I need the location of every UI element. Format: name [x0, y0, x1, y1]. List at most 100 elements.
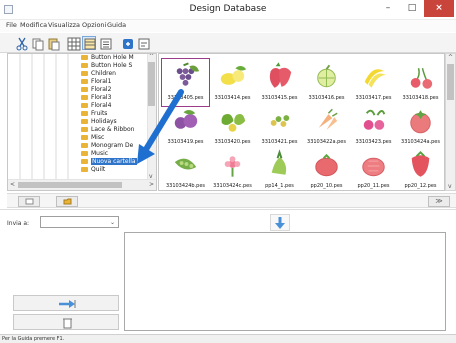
- properties-icon[interactable]: [136, 36, 150, 50]
- folder-icon: [81, 158, 88, 164]
- design-filename: 33103424c.pes: [213, 183, 252, 189]
- scroll-right-arrow[interactable]: >: [149, 181, 154, 188]
- delete-button[interactable]: [13, 314, 119, 330]
- details-view-icon[interactable]: [98, 36, 112, 50]
- tree-item-label: Holidays: [91, 118, 117, 125]
- scroll-left-arrow[interactable]: <: [10, 181, 15, 188]
- design-thumbnail[interactable]: pp14_1.pes: [256, 147, 303, 190]
- design-thumbnail[interactable]: 33103405.pes: [161, 58, 210, 107]
- download-button[interactable]: [270, 214, 290, 231]
- small-icons-view-icon[interactable]: [82, 36, 96, 50]
- copy-icon[interactable]: [30, 36, 44, 51]
- folder-icon: [81, 166, 88, 172]
- folder-icon: [81, 86, 88, 92]
- tree-item-label: Floral3: [91, 94, 112, 101]
- tree-item-label: Children: [91, 70, 116, 77]
- design-thumbnail[interactable]: 33103420.pes: [209, 103, 256, 150]
- folder-icon: [81, 62, 88, 68]
- menu-guida[interactable]: Guida: [107, 21, 126, 29]
- tree-horizontal-thumb[interactable]: [18, 182, 122, 188]
- scroll-up-arrow[interactable]: ^: [149, 54, 154, 60]
- send-to-card-icon[interactable]: [120, 36, 134, 50]
- folder-tree[interactable]: Button Hole M Button Hole S Children Flo…: [7, 53, 157, 191]
- design-thumbnail[interactable]: 33103422a.pes: [303, 103, 350, 150]
- tree-item-4[interactable]: Floral2: [81, 86, 111, 94]
- radishes-icon: [363, 109, 386, 130]
- import-button[interactable]: [13, 295, 119, 311]
- design-thumbnail-grid[interactable]: 33103405.pes 33103414.pes 33103415.pes 3…: [158, 53, 445, 191]
- design-thumbnail[interactable]: pp20_11.pes: [350, 147, 397, 190]
- large-icons-view-icon[interactable]: [66, 36, 81, 51]
- pea-pod-icon: [174, 158, 197, 170]
- down-arrow-icon: [275, 217, 285, 229]
- tree-item-14[interactable]: Quilt: [81, 166, 105, 174]
- grid-vertical-scrollbar[interactable]: ^ v: [445, 53, 456, 191]
- menu-opzioni[interactable]: Opzioni: [82, 21, 106, 29]
- open-folder-button[interactable]: [56, 196, 78, 207]
- design-thumbnail[interactable]: 33103417.pes: [350, 59, 397, 106]
- send-to-select[interactable]: ⌄: [40, 216, 119, 228]
- tree-item-label: Misc: [91, 134, 105, 141]
- design-thumbnail[interactable]: 33103414.pes: [209, 59, 256, 106]
- tree-item-label: Floral4: [91, 102, 112, 109]
- lemon-icon: [220, 66, 247, 85]
- design-thumbnail[interactable]: 33103424b.pes: [162, 147, 209, 190]
- tree-item-12[interactable]: Music: [81, 150, 108, 158]
- tree-item-label: Nuova cartella: [91, 158, 137, 165]
- grid-scroll-up-arrow[interactable]: ^: [448, 54, 453, 61]
- tree-item-13[interactable]: Nuova cartella: [81, 158, 137, 166]
- new-folder-button[interactable]: [18, 196, 40, 207]
- cherries-icon: [410, 68, 433, 89]
- collapse-button[interactable]: ≫: [428, 196, 450, 207]
- design-thumbnail[interactable]: 33103424a.pes: [397, 103, 444, 150]
- design-thumbnail[interactable]: 33103419.pes: [162, 103, 209, 150]
- menu-file[interactable]: File: [6, 21, 17, 29]
- design-filename: 33103405.pes: [167, 95, 204, 101]
- tree-item-5[interactable]: Floral3: [81, 94, 111, 102]
- tomato-icon: [410, 110, 431, 134]
- design-thumbnail[interactable]: 33103416.pes: [303, 59, 350, 106]
- tree-item-8[interactable]: Holidays: [81, 118, 117, 126]
- design-filename: 33103414.pes: [214, 95, 251, 101]
- tree-item-1[interactable]: Button Hole S: [81, 62, 132, 70]
- tree-item-7[interactable]: Fruits: [81, 110, 107, 118]
- maximize-button[interactable]: □: [400, 0, 424, 17]
- design-thumbnail[interactable]: 33103423.pes: [350, 103, 397, 150]
- folder-icon: [81, 94, 88, 100]
- design-thumbnail[interactable]: pp20_12.pes: [397, 147, 444, 190]
- menu-visualizza[interactable]: Visualizza: [48, 21, 80, 29]
- tree-vertical-scrollbar[interactable]: ^ v: [147, 54, 156, 180]
- design-thumbnail[interactable]: pp20_10.pes: [303, 147, 350, 190]
- send-to-label: Invia a:: [7, 220, 30, 227]
- tree-item-6[interactable]: Floral4: [81, 102, 111, 110]
- tree-item-11[interactable]: Monogram De: [81, 142, 133, 150]
- tree-item-2[interactable]: Children: [81, 70, 116, 78]
- tree-item-10[interactable]: Misc: [81, 134, 104, 142]
- design-thumbnail[interactable]: 33103421.pes: [256, 103, 303, 150]
- design-thumbnail[interactable]: 33103418.pes: [397, 59, 444, 106]
- close-button[interactable]: ×: [424, 0, 454, 17]
- preview-area[interactable]: [124, 232, 446, 331]
- paste-icon[interactable]: [46, 36, 60, 51]
- design-filename: pp20_10.pes: [310, 183, 343, 189]
- cut-icon[interactable]: [14, 36, 28, 51]
- grid-vertical-thumb[interactable]: [447, 64, 454, 100]
- design-filename: 33103424b.pes: [165, 183, 206, 189]
- tree-item-0[interactable]: Button Hole M: [81, 54, 134, 62]
- tree-item-label: Quilt: [91, 166, 106, 173]
- design-filename: 33103419.pes: [167, 139, 204, 145]
- flower-icon: [224, 156, 241, 177]
- tree-item-3[interactable]: Floral1: [81, 78, 111, 86]
- carrots-icon: [318, 108, 338, 130]
- design-thumbnail[interactable]: 33103415.pes: [256, 59, 303, 106]
- tree-item-9[interactable]: Lace & Ribbon: [81, 126, 134, 134]
- design-filename: 33103417.pes: [355, 95, 392, 101]
- tree-vertical-thumb[interactable]: [148, 62, 155, 106]
- tree-item-label: Floral1: [91, 78, 112, 85]
- tree-horizontal-scrollbar[interactable]: < >: [8, 179, 156, 190]
- open-folder-icon: [63, 198, 71, 205]
- menu-modifica[interactable]: Modifica: [20, 21, 47, 29]
- grid-scroll-down-arrow[interactable]: v: [448, 183, 452, 190]
- design-thumbnail[interactable]: 33103424c.pes: [209, 147, 256, 190]
- minimize-button[interactable]: –: [376, 0, 400, 17]
